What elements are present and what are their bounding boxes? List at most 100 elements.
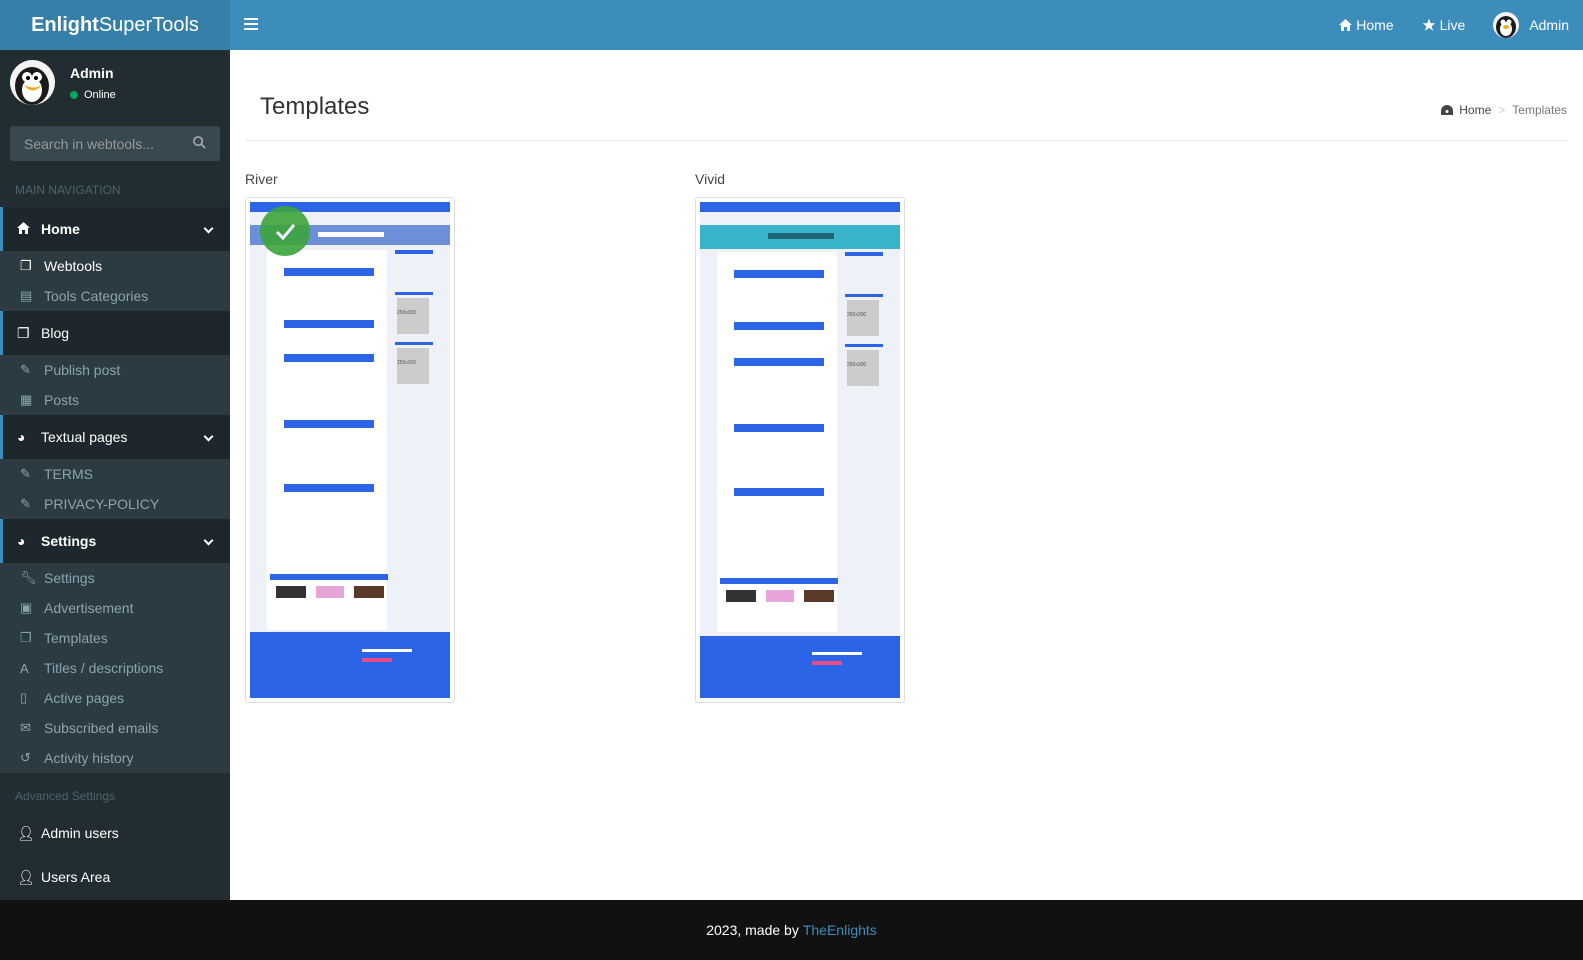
nav-home-label: Home	[1356, 17, 1394, 33]
sidebar-item-label: Advertisement	[44, 600, 134, 616]
sidebar-item-activity-history[interactable]: ↺ Activity history	[0, 743, 230, 773]
home-icon	[17, 221, 35, 237]
copy-icon: ❐	[17, 324, 30, 341]
nav-admin-link[interactable]: Admin	[1493, 12, 1569, 38]
blog-submenu: ✎ Publish post ▦ Posts	[0, 355, 230, 415]
sidebar-item-home[interactable]: Home	[0, 207, 230, 251]
sidebar-item-textual-pages[interactable]: ◕ Textual pages	[0, 415, 230, 459]
sidebar-item-label: Webtools	[44, 258, 103, 274]
search-input[interactable]	[10, 126, 180, 161]
divider	[245, 140, 1568, 141]
sidebar-item-label: Publish post	[44, 362, 121, 378]
sidebar-item-label: TERMS	[44, 466, 93, 482]
sidebar-item-tools-categories[interactable]: ▤ Tools Categories	[0, 281, 230, 311]
sidebar-item-titles-descriptions[interactable]: A Titles / descriptions	[0, 653, 230, 683]
edit-icon: ✎	[20, 362, 31, 377]
app-logo[interactable]: Enlight SuperTools	[0, 0, 230, 50]
chevron-down-icon	[203, 431, 214, 442]
sidebar-item-templates[interactable]: ❐ Templates	[0, 623, 230, 653]
sidebar-item-admin-users[interactable]: 👤︎ Admin users	[0, 811, 230, 855]
sidebar-item-advertisement[interactable]: ▣ Advertisement	[0, 593, 230, 623]
dashboard-icon	[1441, 104, 1454, 115]
sidebar-item-subscribed-emails[interactable]: ✉ Subscribed emails	[0, 713, 230, 743]
footer-link[interactable]: TheEnlights	[803, 922, 877, 938]
home-submenu: ❐ Webtools ▤ Tools Categories	[0, 251, 230, 311]
home-icon	[1339, 19, 1353, 31]
edit-icon: ✎	[20, 496, 31, 511]
sidebar-item-label: Settings	[44, 570, 95, 586]
chevron-down-icon	[203, 535, 214, 546]
template-name: River	[245, 171, 278, 187]
chevron-down-icon	[203, 223, 214, 234]
sidebar-item-label: Admin users	[41, 825, 119, 841]
hamburger-icon[interactable]	[244, 16, 258, 34]
sidebar-item-label: Home	[41, 221, 80, 237]
template-name: Vivid	[695, 171, 726, 187]
logo-rest: SuperTools	[98, 13, 199, 36]
sidebar-item-blog[interactable]: ❐ Blog	[0, 311, 230, 355]
sidebar-item-label: Blog	[41, 325, 70, 341]
sidebar-item-label: PRIVACY-POLICY	[44, 496, 160, 512]
sidebar-item-privacy-policy[interactable]: ✎ PRIVACY-POLICY	[0, 489, 230, 519]
ad-placeholder: 250x300	[397, 360, 417, 366]
sidebar: Admin Online MAIN NAVIGATION Home ❐ Webt…	[0, 50, 230, 910]
sidebar-search	[10, 126, 220, 161]
page-footer: 2023, made by TheEnlights	[0, 900, 1583, 960]
sidebar-item-active-pages[interactable]: ▯ Active pages	[0, 683, 230, 713]
ad-placeholder: 250x300	[847, 362, 867, 368]
search-icon[interactable]	[193, 136, 206, 149]
sidebar-item-label: Users Area	[41, 869, 111, 885]
template-card-river[interactable]: 250x300 250x300	[245, 197, 455, 703]
pie-chart-icon: ◕	[17, 429, 26, 445]
template-card-vivid[interactable]: 250x300 250x300	[695, 197, 905, 703]
textual-submenu: ✎ TERMS ✎ PRIVACY-POLICY	[0, 459, 230, 519]
main-navigation-header: MAIN NAVIGATION	[15, 183, 121, 197]
sidebar-item-settings-general[interactable]: 🔧︎ Settings	[0, 563, 230, 593]
copy-icon: ❐	[20, 630, 32, 645]
history-icon: ↺	[20, 750, 31, 765]
avatar	[1493, 12, 1520, 38]
nav-live-link[interactable]: Live	[1422, 17, 1465, 33]
list-icon: ▤	[20, 288, 33, 303]
sidebar-item-label: Activity history	[44, 750, 134, 766]
sidebar-item-posts[interactable]: ▦ Posts	[0, 385, 230, 415]
breadcrumb-separator: >	[1498, 103, 1506, 117]
user-name: Admin	[70, 65, 114, 81]
selected-check-icon	[260, 206, 310, 256]
sidebar-item-terms[interactable]: ✎ TERMS	[0, 459, 230, 489]
top-navbar: Home Live Admin	[230, 0, 1583, 50]
sidebar-item-label: Settings	[41, 533, 97, 549]
ad-placeholder: 250x300	[847, 312, 867, 318]
settings-submenu: 🔧︎ Settings ▣ Advertisement ❐ Templates …	[0, 563, 230, 773]
star-icon	[1422, 18, 1436, 31]
advanced-settings-header: Advanced Settings	[15, 789, 116, 803]
sidebar-item-publish-post[interactable]: ✎ Publish post	[0, 355, 230, 385]
user-icon: 👤︎	[17, 824, 35, 841]
edit-icon: ✎	[20, 466, 31, 481]
sidebar-item-users-area[interactable]: 👤︎ Users Area	[0, 855, 230, 899]
nav-admin-label: Admin	[1529, 17, 1569, 33]
breadcrumb-home[interactable]: Home	[1459, 103, 1491, 117]
sidebar-item-settings[interactable]: ◕ Settings	[0, 519, 230, 563]
copy-icon: ❐	[20, 258, 32, 273]
user-icon: 👤︎	[17, 868, 35, 885]
sidebar-item-label: Active pages	[44, 690, 125, 706]
breadcrumb: Home > Templates	[1441, 103, 1567, 117]
footer-text: 2023, made by	[706, 922, 799, 938]
sidebar-item-webtools[interactable]: ❐ Webtools	[0, 251, 230, 281]
template-thumbnail: 250x300 250x300	[700, 202, 900, 698]
template-thumbnail: 250x300 250x300	[250, 202, 450, 698]
ad-placeholder: 250x300	[397, 310, 417, 316]
sidebar-item-label: Titles / descriptions	[44, 660, 164, 676]
avatar	[10, 60, 55, 105]
pie-chart-icon: ◕	[17, 533, 26, 549]
ad-icon: ▣	[20, 600, 33, 615]
font-icon: A	[20, 660, 29, 676]
sidebar-item-label: Templates	[44, 630, 108, 646]
sidebar-item-label: Tools Categories	[44, 288, 149, 304]
sidebar-item-label: Subscribed emails	[44, 720, 159, 736]
nav-home-link[interactable]: Home	[1339, 17, 1394, 33]
sidebar-item-label: Posts	[44, 392, 80, 408]
breadcrumb-current: Templates	[1512, 103, 1567, 117]
user-status: Online	[70, 89, 116, 101]
